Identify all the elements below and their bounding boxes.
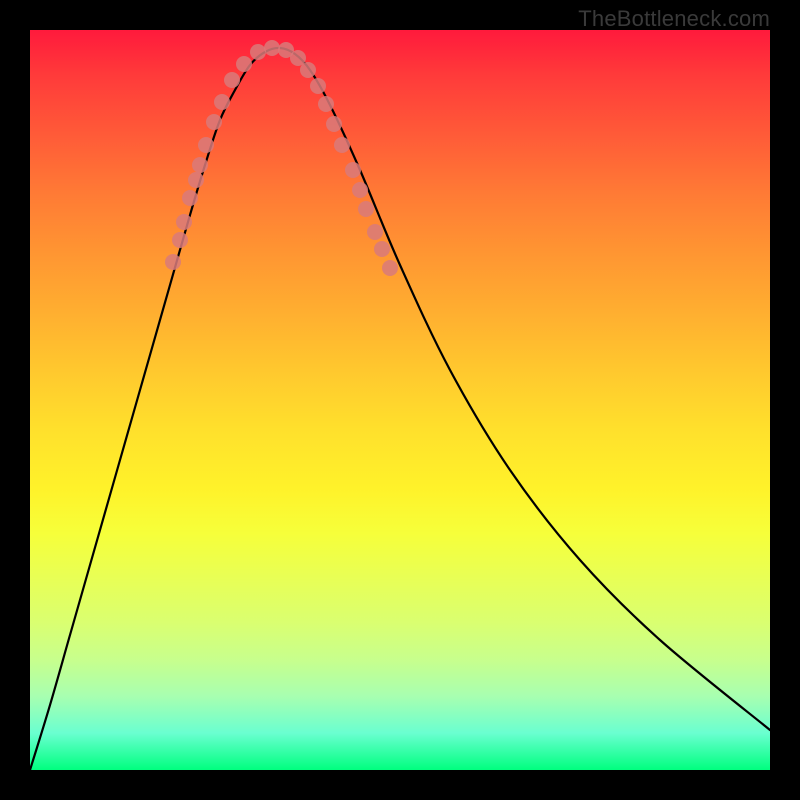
data-dot — [236, 56, 252, 72]
data-dot — [352, 182, 368, 198]
data-dot — [326, 116, 342, 132]
data-dot — [224, 72, 240, 88]
data-dot — [382, 260, 398, 276]
data-dot — [182, 190, 198, 206]
curve-dots — [165, 40, 398, 276]
data-dot — [300, 62, 316, 78]
data-dot — [374, 241, 390, 257]
data-dot — [367, 224, 383, 240]
data-dot — [334, 137, 350, 153]
data-dot — [188, 172, 204, 188]
data-dot — [310, 78, 326, 94]
watermark-text: TheBottleneck.com — [578, 6, 770, 32]
chart-frame: TheBottleneck.com — [0, 0, 800, 800]
data-dot — [345, 162, 361, 178]
data-dot — [198, 137, 214, 153]
data-dot — [206, 114, 222, 130]
data-dot — [358, 201, 374, 217]
curve-layer — [30, 30, 770, 770]
data-dot — [318, 96, 334, 112]
data-dot — [192, 157, 208, 173]
data-dot — [250, 44, 266, 60]
data-dot — [264, 40, 280, 56]
data-dot — [176, 214, 192, 230]
data-dot — [165, 254, 181, 270]
plot-area — [30, 30, 770, 770]
data-dot — [214, 94, 230, 110]
data-dot — [172, 232, 188, 248]
bottleneck-curve — [30, 48, 770, 770]
